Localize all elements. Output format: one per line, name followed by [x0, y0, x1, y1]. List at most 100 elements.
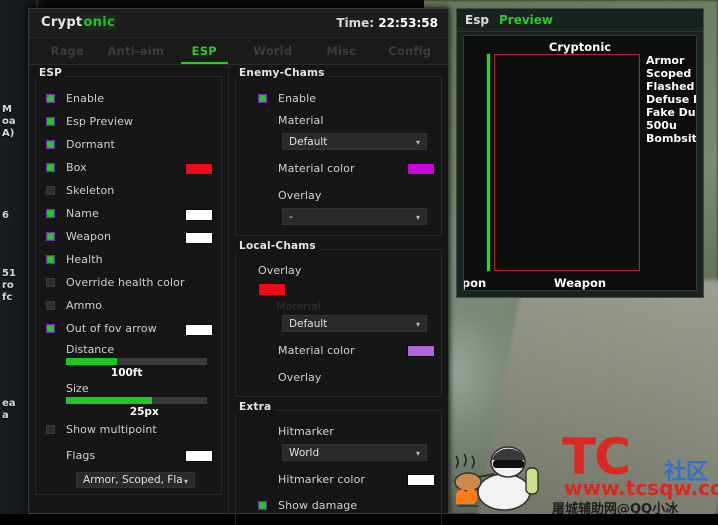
left-column: ESP Enable Esp Preview Dormant Box Skeleton N… [29, 65, 230, 514]
esp-toggle-checkbox[interactable] [46, 278, 55, 287]
size-slider-fill [66, 397, 153, 404]
right-column: Enemy-Chams Enable Material Default ▾ Ma… [229, 65, 448, 525]
esp-player-name: Cryptonic [548, 40, 612, 54]
local-chams-overlay-swatch-row[interactable] [236, 281, 441, 297]
hitmarker-label: Hitmarker [278, 425, 334, 438]
esp-flags-list: ArmorScopedFlashedDefuse KitFake Duck500… [646, 54, 697, 145]
local-chams-material-color-swatch[interactable] [407, 345, 435, 357]
enemy-chams-overlay-dropdown[interactable]: - ▾ [282, 208, 427, 225]
flags-color-swatch[interactable] [185, 450, 214, 462]
show-multipoint-row[interactable]: Show multipoint [36, 418, 221, 441]
esp-flag-item: Defuse Kit [646, 93, 696, 106]
esp-toggle-row[interactable]: Health [36, 248, 221, 271]
esp-toggle-label: Name [66, 207, 99, 220]
tab-label: Anti-aim [107, 44, 165, 58]
hitmarker-color-row[interactable]: Hitmarker color [236, 469, 441, 490]
chevron-down-icon: ▾ [415, 138, 420, 147]
tab-esp[interactable]: ESP [170, 38, 239, 64]
flags-row: Flags [36, 445, 221, 466]
background-hud-line: M [2, 104, 12, 115]
esp-toggle-row[interactable]: Ammo [36, 294, 221, 317]
esp-toggle-row[interactable]: Override health color [36, 271, 221, 294]
local-chams-material-dropdown[interactable]: Default ▾ [282, 315, 427, 332]
esp-toggle-label: Health [66, 253, 103, 266]
tab-anti-aim[interactable]: Anti-aim [102, 38, 171, 64]
tab-world[interactable]: World [239, 38, 308, 64]
clock-value: 22:53:58 [378, 16, 438, 30]
enemy-chams-title: Enemy-Chams [235, 67, 329, 79]
clock: Time: 22:53:58 [336, 16, 438, 30]
brand-prefix: Crypt [41, 15, 83, 30]
esp-flag-item: 500u [646, 119, 677, 132]
esp-preview-title-preview: Preview [499, 13, 554, 27]
esp-weapon-label: Weapon [553, 276, 607, 290]
tab-label: Config [388, 44, 432, 58]
esp-toggle-row[interactable]: Skeleton [36, 179, 221, 202]
distance-label: Distance [66, 343, 115, 356]
esp-group-body: Enable Esp Preview Dormant Box Skeleton Name W… [35, 76, 223, 495]
hitmarker-dropdown[interactable]: World ▾ [282, 444, 427, 461]
enemy-chams-group: Enemy-Chams Enable Material Default ▾ Ma… [229, 67, 448, 236]
esp-toggle-checkbox[interactable] [46, 163, 55, 172]
size-value: 25px [129, 406, 159, 418]
enemy-chams-enable-row[interactable]: Enable [236, 87, 441, 110]
enemy-chams-enable-checkbox[interactable] [258, 94, 268, 103]
esp-preview-titlebar: Esp Preview [457, 9, 703, 32]
tab-label: ESP [191, 44, 217, 58]
hitmarker-value: World [289, 446, 320, 459]
esp-toggle-checkbox[interactable] [46, 209, 55, 218]
local-chams-overlay-swatch[interactable] [258, 283, 287, 296]
esp-toggle-row[interactable]: Dormant [36, 133, 221, 156]
esp-preview-window: Esp Preview Cryptonic Armor Scoped Flashed… [456, 8, 704, 298]
esp-flag-item: BombsiteA [646, 132, 697, 145]
tab-misc[interactable]: Misc [307, 38, 376, 64]
distance-slider-fill [66, 358, 117, 365]
tab-rage[interactable]: Rage [33, 38, 102, 64]
local-chams-material-color-row[interactable]: Material color [236, 340, 441, 361]
esp-toggle-label: Out of fov arrow [66, 322, 157, 335]
esp-toggle-color-swatch[interactable] [185, 232, 214, 244]
esp-toggle-checkbox[interactable] [46, 117, 55, 126]
show-multipoint-checkbox[interactable] [46, 425, 55, 434]
esp-toggle-label: Esp Preview [66, 115, 134, 128]
esp-toggle-label: Override health color [66, 276, 185, 289]
esp-toggle-row[interactable]: Weapon [36, 225, 221, 248]
local-chams-overlay-row: Overlay [236, 260, 441, 281]
enemy-chams-material-dropdown[interactable]: Default ▾ [282, 133, 427, 150]
distance-value: 100ft [110, 367, 143, 379]
esp-toggle-color-swatch[interactable] [185, 209, 214, 221]
esp-toggle-color-swatch[interactable] [185, 324, 214, 336]
enemy-chams-material-color-row[interactable]: Material color [236, 158, 441, 179]
esp-toggle-row[interactable]: Esp Preview [36, 110, 221, 133]
esp-toggle-row[interactable]: Name [36, 202, 221, 225]
extra-body: Hitmarker World ▾ Hitmarker color Show d… [235, 410, 442, 525]
distance-slider[interactable] [66, 358, 208, 365]
esp-toggle-row[interactable]: Enable [36, 87, 221, 110]
extra-title: Extra [235, 401, 276, 413]
esp-toggle-color-swatch[interactable] [185, 163, 214, 175]
esp-toggle-row[interactable]: Out of fov arrow [36, 317, 221, 340]
show-damage-checkbox[interactable] [258, 501, 268, 510]
esp-group-title: ESP [35, 67, 67, 79]
enemy-chams-material-value: Default [289, 135, 328, 148]
chevron-down-icon: ▾ [415, 213, 420, 222]
esp-toggle-checkbox[interactable] [46, 324, 55, 333]
esp-toggle-checkbox[interactable] [46, 232, 55, 241]
esp-toggle-label: Weapon [66, 230, 112, 243]
esp-health-bar [486, 53, 491, 272]
enemy-chams-material-color-swatch[interactable] [407, 163, 435, 175]
flags-label: Flags [66, 449, 96, 462]
enemy-chams-enable-label: Enable [278, 92, 317, 105]
esp-toggle-checkbox[interactable] [46, 255, 55, 264]
esp-toggle-checkbox[interactable] [46, 140, 55, 149]
local-chams-material-label: Material [276, 300, 321, 313]
size-slider[interactable] [66, 397, 208, 404]
esp-toggle-checkbox[interactable] [46, 301, 55, 310]
esp-toggle-checkbox[interactable] [46, 94, 55, 103]
menu-titlebar: Cryptonic Time: 22:53:58 [29, 9, 448, 38]
hitmarker-color-swatch[interactable] [407, 474, 435, 486]
esp-toggle-row[interactable]: Box [36, 156, 221, 179]
esp-toggle-checkbox[interactable] [46, 186, 55, 195]
flags-dropdown[interactable]: Armor, Scoped, Fla ▾ [76, 472, 196, 488]
tab-config[interactable]: Config [376, 38, 445, 64]
